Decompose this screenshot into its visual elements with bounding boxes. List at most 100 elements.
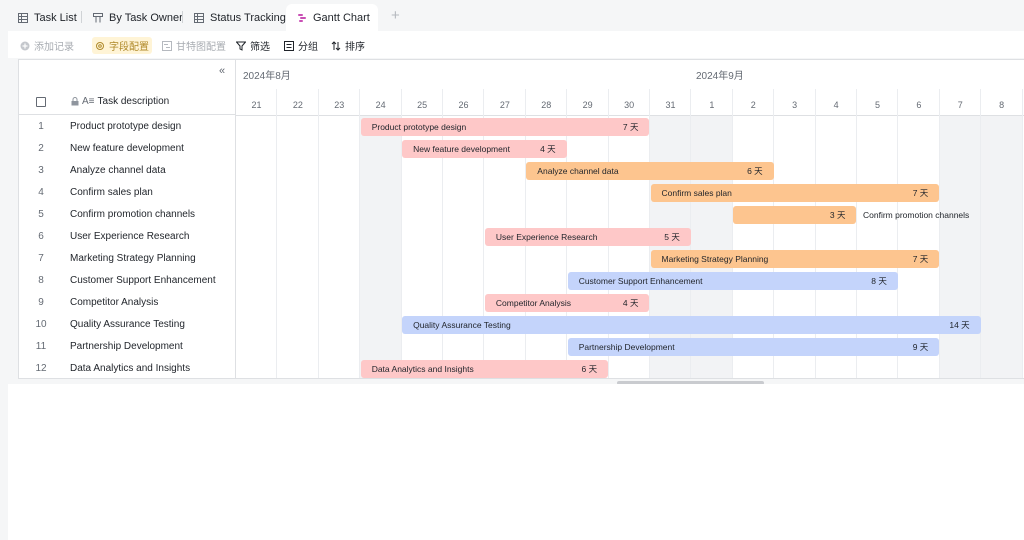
task-duration: 6 天	[581, 364, 598, 374]
row-number: 4	[38, 187, 44, 198]
timeline-header-divider	[236, 115, 1024, 116]
day-label: 5	[874, 100, 880, 110]
day-label: 23	[334, 100, 345, 110]
field-config-button[interactable]: 字段配置	[92, 37, 152, 54]
column-header-task-description[interactable]: A≡ Task description	[71, 96, 169, 107]
day-label: 29	[582, 100, 593, 110]
table-icon	[194, 12, 204, 23]
day-gridline	[1021, 89, 1023, 378]
lock-icon	[71, 97, 79, 106]
task-bar[interactable]: 7 天 Marketing Strategy Planning	[650, 250, 940, 268]
tab-divider	[81, 11, 82, 23]
text-field-icon: A≡	[82, 96, 95, 107]
task-bar[interactable]: 7 天 Product prototype design	[360, 118, 650, 136]
task-bar-label: Confirm promotion channels	[863, 210, 970, 220]
day-label: 27	[499, 100, 510, 110]
task-name-cell[interactable]: Data Analytics and Insights	[70, 363, 190, 374]
task-bar[interactable]: 14 天 Quality Assurance Testing	[402, 316, 981, 334]
task-name-cell[interactable]: Customer Support Enhancement	[70, 275, 216, 286]
tab-divider	[182, 11, 183, 23]
task-bar[interactable]: 8 天 Customer Support Enhancement	[567, 272, 898, 290]
day-label: 8	[999, 100, 1005, 110]
task-duration: 7 天	[912, 254, 929, 264]
day-gridline	[856, 89, 857, 378]
task-list-header: « A≡ Task description	[19, 60, 235, 115]
row-number: 3	[38, 165, 44, 176]
row-number: 2	[38, 143, 44, 154]
task-bar-label: Quality Assurance Testing	[413, 320, 511, 330]
row-number: 6	[38, 231, 44, 242]
row-number: 12	[35, 363, 47, 374]
day-label: 22	[292, 100, 303, 110]
task-name-cell[interactable]: Analyze channel data	[70, 165, 166, 176]
task-duration: 8 天	[871, 276, 887, 286]
task-duration: 7 天	[622, 122, 639, 132]
task-duration: 7 天	[912, 188, 929, 198]
month-label: 2024年8月	[243, 71, 291, 82]
task-name-cell[interactable]: Product prototype design	[70, 121, 181, 132]
tab-status-tracking[interactable]: Status Tracking	[188, 4, 292, 31]
task-name-cell[interactable]: Competitor Analysis	[70, 297, 158, 308]
timeline-pane: 21 22 23 24 25 26 27 28 29 30 31 1 2 3 4 5 6 7 8 2024年8月 202…	[236, 60, 1024, 378]
task-name-cell[interactable]: Confirm promotion channels	[70, 209, 195, 220]
column-title: Task description	[97, 96, 170, 107]
tab-task-list[interactable]: Task List	[12, 4, 83, 31]
task-bar[interactable]: 5 天 User Experience Research	[484, 228, 691, 246]
group-icon	[284, 40, 294, 51]
group-label: 分组	[298, 42, 318, 53]
task-name-cell[interactable]: Quality Assurance Testing	[70, 319, 185, 330]
task-name-cell[interactable]: Marketing Strategy Planning	[70, 253, 196, 264]
day-label: 31	[665, 100, 676, 110]
select-all-checkbox[interactable]	[36, 97, 46, 107]
task-bar[interactable]: 6 天 Analyze channel data	[526, 162, 774, 180]
view-tab-bar: Task List By Task Owner Status Tracking …	[0, 0, 1024, 31]
task-bar[interactable]: 4 天 New feature development	[402, 140, 567, 158]
row-number: 1	[38, 121, 44, 132]
filter-label: 筛选	[250, 42, 270, 53]
task-name-cell[interactable]: New feature development	[70, 143, 184, 154]
gantt-config-button[interactable]: 甘特图配置	[162, 38, 226, 53]
day-gridline	[276, 89, 278, 378]
day-label: 6	[916, 100, 922, 110]
task-bar-label: Analyze channel data	[537, 166, 619, 176]
task-bar-label: User Experience Research	[495, 232, 598, 242]
task-duration: 9 天	[912, 342, 929, 352]
task-bar[interactable]: 4 天 Competitor Analysis	[484, 294, 650, 312]
tab-label: Status Tracking	[210, 11, 286, 24]
row-number: 11	[35, 341, 47, 352]
day-gridline	[773, 89, 775, 378]
filter-button[interactable]: 筛选	[236, 38, 270, 53]
gantt-panel: « A≡ Task description 1 Product prototype…	[18, 59, 1024, 379]
group-button[interactable]: 分组	[284, 38, 318, 53]
day-label: 3	[792, 100, 798, 110]
field-config-label: 字段配置	[109, 42, 149, 53]
task-name-cell[interactable]: User Experience Research	[70, 231, 190, 242]
task-duration: 4 天	[622, 298, 639, 308]
day-gridline	[731, 89, 733, 378]
row-number: 7	[38, 253, 44, 264]
tab-label: Task List	[34, 11, 77, 24]
add-view-button[interactable]: +	[391, 8, 400, 23]
task-bar[interactable]: 9 天 Partnership Development	[567, 338, 940, 356]
task-name-cell[interactable]: Partnership Development	[70, 341, 183, 352]
collapse-pane-button[interactable]: «	[219, 65, 225, 77]
tab-gantt-chart[interactable]: Gantt Chart	[286, 4, 378, 31]
add-record-button[interactable]: 添加记录	[20, 38, 74, 53]
tab-by-task-owner[interactable]: By Task Owner	[87, 4, 189, 31]
day-label: 28	[541, 100, 552, 110]
sort-button[interactable]: 排序	[331, 38, 365, 53]
tab-label: Gantt Chart	[313, 11, 370, 24]
task-duration: 4 天	[540, 144, 556, 154]
task-bar-label: Customer Support Enhancement	[578, 276, 703, 286]
day-gridline	[897, 89, 899, 378]
task-bar-label: Confirm sales plan	[661, 188, 732, 198]
day-label: 26	[458, 100, 469, 110]
task-name-cell[interactable]: Confirm sales plan	[70, 187, 153, 198]
row-number: 8	[38, 275, 44, 286]
task-bar[interactable]: 6 天 Data Analytics and Insights	[360, 360, 609, 378]
toolbar: 添加记录 字段配置 甘特图配置 筛选 分组 排序	[8, 31, 1024, 58]
task-bar[interactable]: 3 天	[733, 206, 857, 224]
task-bar-label: Competitor Analysis	[495, 298, 572, 308]
weekend-column	[939, 116, 981, 378]
task-bar[interactable]: 7 天 Confirm sales plan	[650, 184, 940, 202]
